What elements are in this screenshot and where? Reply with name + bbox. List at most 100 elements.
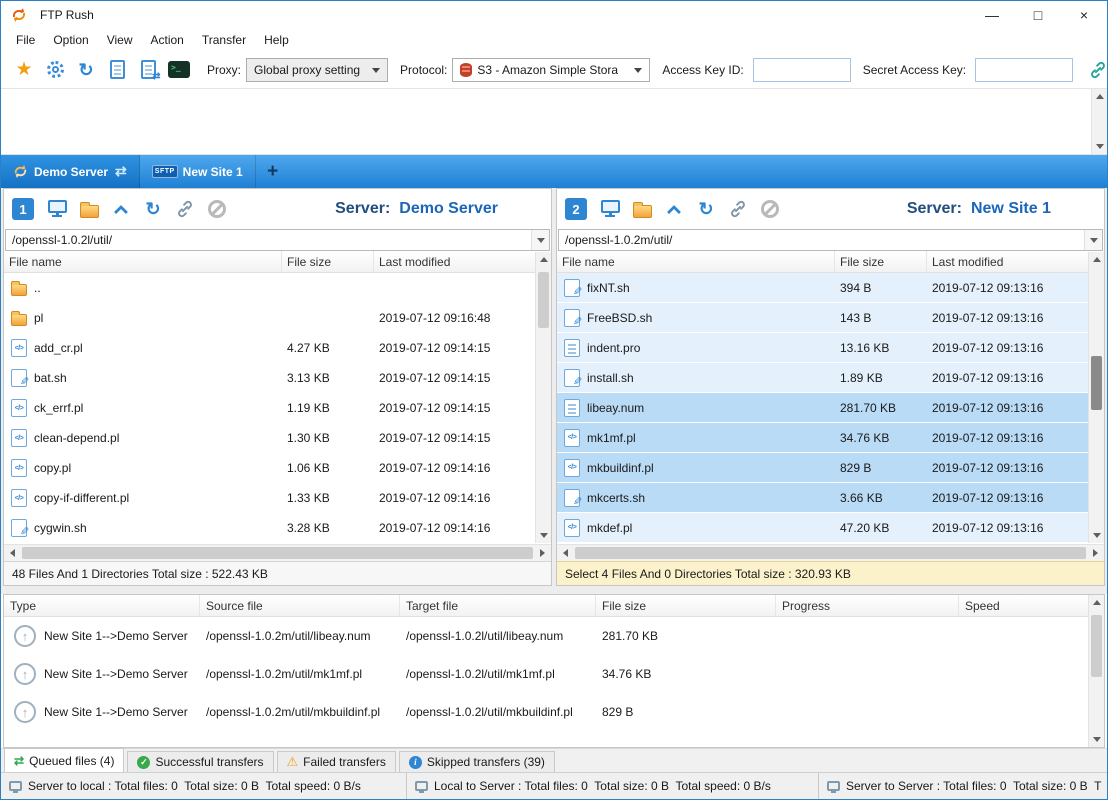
settings-button[interactable]: [40, 55, 70, 85]
path-combobox[interactable]: /openssl-1.0.2l/util/: [5, 229, 550, 251]
transfer-tab[interactable]: Successful transfers: [127, 751, 274, 772]
connect-button[interactable]: [170, 195, 200, 223]
minimize-button[interactable]: —: [969, 1, 1015, 29]
horizontal-scrollbar[interactable]: [4, 544, 551, 561]
refresh-button[interactable]: [691, 195, 721, 223]
path-dropdown-button[interactable]: [531, 230, 549, 250]
local-system-button[interactable]: [595, 195, 625, 223]
file-row[interactable]: clean-depend.pl 1.30 KB 2019-07-12 09:14…: [4, 423, 551, 453]
terminal-button[interactable]: [164, 55, 194, 85]
scroll-left-button[interactable]: [4, 545, 21, 561]
queue-row[interactable]: New Site 1-->Demo Server /openssl-1.0.2m…: [4, 655, 1104, 693]
maximize-button[interactable]: □: [1015, 1, 1061, 29]
column-header-file-size[interactable]: File size: [596, 595, 776, 616]
scroll-thumb[interactable]: [22, 547, 533, 559]
secret-access-key-input[interactable]: [975, 57, 1074, 82]
scroll-thumb[interactable]: [1091, 615, 1102, 677]
menu-item[interactable]: Transfer: [193, 30, 255, 50]
scroll-right-button[interactable]: [534, 545, 551, 561]
disconnect-button[interactable]: [755, 195, 785, 223]
file-row[interactable]: bat.sh 3.13 KB 2019-07-12 09:14:15: [4, 363, 551, 393]
scroll-thumb[interactable]: [538, 272, 549, 328]
menu-item[interactable]: File: [7, 30, 44, 50]
file-row[interactable]: ..: [4, 273, 551, 303]
proxy-dropdown[interactable]: Global proxy setting: [246, 57, 389, 82]
menu-item[interactable]: Action: [142, 30, 193, 50]
transfer-log-button[interactable]: [133, 55, 163, 85]
queue-row[interactable]: New Site 1-->Demo Server /openssl-1.0.2m…: [4, 617, 1104, 655]
file-row[interactable]: fixNT.sh 394 B 2019-07-12 09:13:16: [557, 273, 1104, 303]
file-row[interactable]: indent.pro 13.16 KB 2019-07-12 09:13:16: [557, 333, 1104, 363]
scroll-down-icon[interactable]: [1092, 533, 1101, 538]
column-header-file-name[interactable]: File name: [557, 251, 835, 272]
file-row[interactable]: copy-if-different.pl 1.33 KB 2019-07-12 …: [4, 483, 551, 513]
scroll-up-icon[interactable]: [1092, 600, 1101, 605]
scroll-up-icon[interactable]: [1095, 94, 1104, 99]
file-row[interactable]: mkcerts.sh 3.66 KB 2019-07-12 09:13:16: [557, 483, 1104, 513]
folder-list-button[interactable]: [627, 195, 657, 223]
file-row[interactable]: mk1mf.pl 34.76 KB 2019-07-12 09:13:16: [557, 423, 1104, 453]
scroll-up-icon[interactable]: [539, 257, 548, 262]
menu-item[interactable]: Option: [44, 30, 97, 50]
menu-item[interactable]: Help: [255, 30, 298, 50]
transfer-tab[interactable]: Skipped transfers (39): [398, 751, 555, 772]
connect-button[interactable]: [723, 195, 753, 223]
file-row[interactable]: pl 2019-07-12 09:16:48: [4, 303, 551, 333]
file-row[interactable]: copy.pl 1.06 KB 2019-07-12 09:14:16: [4, 453, 551, 483]
scroll-right-button[interactable]: [1087, 545, 1104, 561]
file-row[interactable]: libeay.num 281.70 KB 2019-07-12 09:13:16: [557, 393, 1104, 423]
column-header-speed[interactable]: Speed: [959, 595, 1104, 616]
column-header-target-file[interactable]: Target file: [400, 595, 596, 616]
column-header-type[interactable]: Type: [4, 595, 200, 616]
column-header-progress[interactable]: Progress: [776, 595, 959, 616]
file-row[interactable]: ck_errf.pl 1.19 KB 2019-07-12 09:14:15: [4, 393, 551, 423]
reconnect-button[interactable]: [71, 55, 101, 85]
tab-new-site-1[interactable]: SFTP New Site 1: [140, 155, 256, 188]
tab-demo-server[interactable]: Demo Server: [1, 155, 140, 188]
column-header-file-size[interactable]: File size: [835, 251, 927, 272]
scroll-down-icon[interactable]: [1092, 737, 1101, 742]
column-header-source-file[interactable]: Source file: [200, 595, 400, 616]
scroll-thumb[interactable]: [1091, 356, 1102, 410]
horizontal-scrollbar[interactable]: [557, 544, 1104, 561]
up-directory-button[interactable]: [106, 195, 136, 223]
queue-row[interactable]: New Site 1-->Demo Server /openssl-1.0.2m…: [4, 693, 1104, 731]
column-header-last-modified[interactable]: Last modified: [374, 251, 551, 272]
folder-list-button[interactable]: [74, 195, 104, 223]
scroll-up-icon[interactable]: [1092, 257, 1101, 262]
scroll-down-icon[interactable]: [539, 533, 548, 538]
vertical-scrollbar[interactable]: [1088, 252, 1104, 543]
local-system-button[interactable]: [42, 195, 72, 223]
menu-item[interactable]: View: [98, 30, 142, 50]
path-combobox[interactable]: /openssl-1.0.2m/util/: [558, 229, 1103, 251]
disconnect-button[interactable]: [202, 195, 232, 223]
file-row[interactable]: add_cr.pl 4.27 KB 2019-07-12 09:14:15: [4, 333, 551, 363]
access-key-input[interactable]: [752, 57, 851, 82]
new-tab-button[interactable]: +: [256, 155, 290, 188]
file-row[interactable]: mkbuildinf.pl 829 B 2019-07-12 09:13:16: [557, 453, 1104, 483]
file-row[interactable]: mkdef.pl 47.20 KB 2019-07-12 09:13:16: [557, 513, 1104, 543]
close-button[interactable]: ×: [1061, 1, 1107, 29]
scroll-left-button[interactable]: [557, 545, 574, 561]
file-row[interactable]: cygwin.sh 3.28 KB 2019-07-12 09:14:16: [4, 513, 551, 543]
log-window-button[interactable]: [102, 55, 132, 85]
protocol-dropdown[interactable]: S3 - Amazon Simple Stora: [452, 57, 651, 82]
column-header-file-size[interactable]: File size: [282, 251, 374, 272]
up-directory-button[interactable]: [659, 195, 689, 223]
horizontal-splitter[interactable]: [1, 586, 1107, 594]
scroll-down-icon[interactable]: [1095, 144, 1104, 149]
vertical-scrollbar[interactable]: [1088, 595, 1104, 747]
file-row[interactable]: install.sh 1.89 KB 2019-07-12 09:13:16: [557, 363, 1104, 393]
log-area[interactable]: [1, 89, 1107, 155]
scroll-thumb[interactable]: [575, 547, 1086, 559]
path-dropdown-button[interactable]: [1084, 230, 1102, 250]
connect-button[interactable]: [1083, 55, 1107, 85]
column-header-last-modified[interactable]: Last modified: [927, 251, 1104, 272]
refresh-button[interactable]: [138, 195, 168, 223]
favorites-button[interactable]: [9, 55, 39, 85]
transfer-tab[interactable]: Queued files (4): [4, 748, 125, 772]
vertical-scrollbar[interactable]: [1091, 89, 1107, 154]
transfer-tab[interactable]: Failed transfers: [276, 751, 396, 772]
vertical-scrollbar[interactable]: [535, 252, 551, 543]
column-header-file-name[interactable]: File name: [4, 251, 282, 272]
